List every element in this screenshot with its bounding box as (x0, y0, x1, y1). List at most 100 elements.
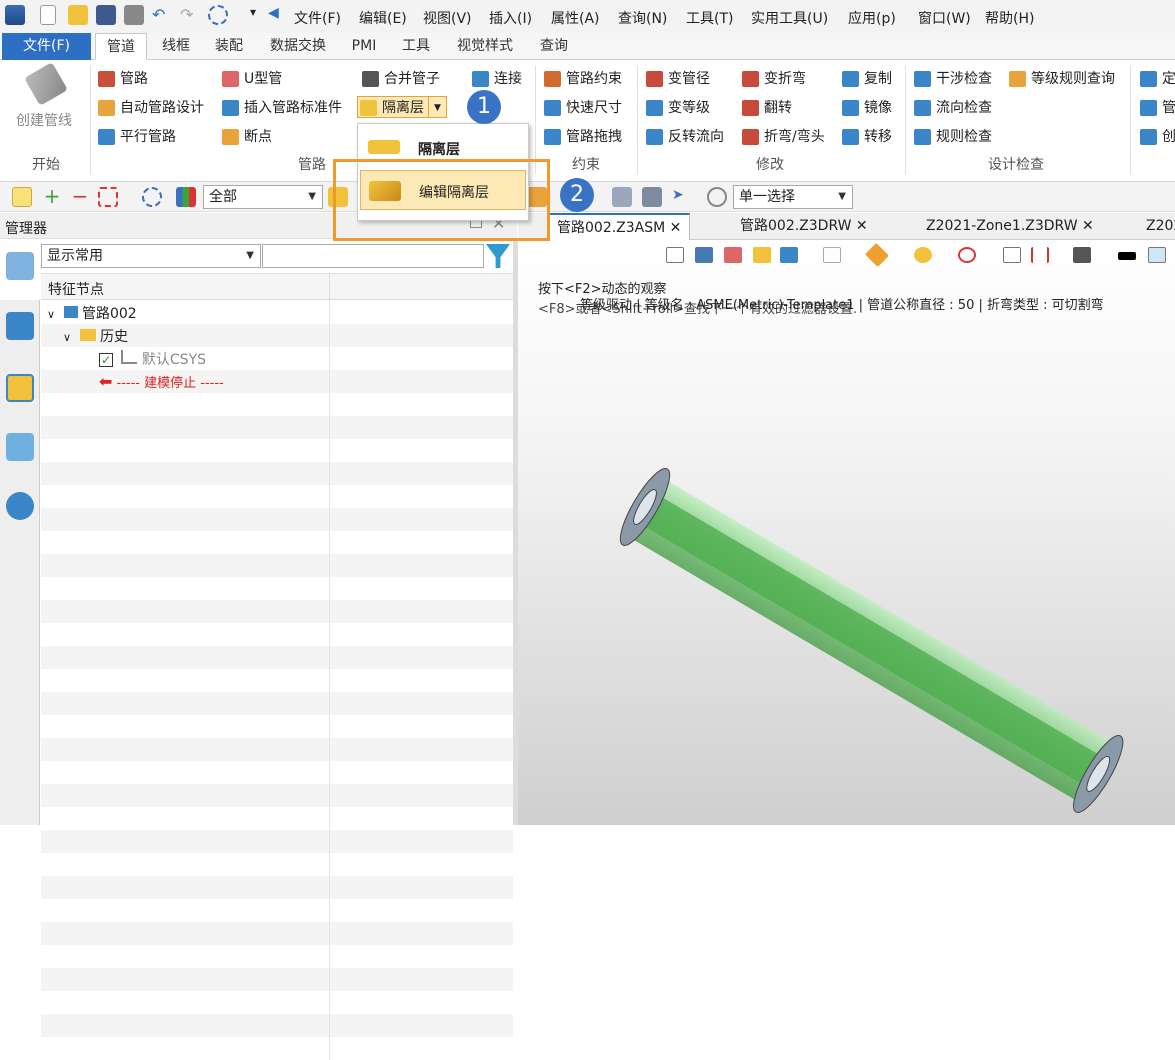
close-icon[interactable]: ✕ (670, 220, 682, 236)
file-tab[interactable]: 文件(F) (2, 33, 91, 60)
filter-chart-icon[interactable] (176, 187, 196, 207)
tab-wireframe[interactable]: 线框 (152, 33, 200, 60)
lasso-icon[interactable] (142, 187, 162, 207)
partial-button-2[interactable]: 管 (1138, 97, 1175, 119)
doc-tab-drw[interactable]: 管路002.Z3DRW ✕ (740, 213, 868, 240)
rotate-icon[interactable] (208, 5, 228, 25)
interference-check-button[interactable]: 干涉检查 (912, 68, 992, 90)
menu-window[interactable]: 窗口(W) (918, 8, 971, 28)
assembly-tree-icon[interactable] (6, 312, 34, 340)
user-icon[interactable] (6, 492, 34, 520)
change-diameter-button[interactable]: 变管径 (644, 68, 710, 90)
tree-item-stop[interactable]: ⬅ ----- 建模停止 ----- (99, 372, 224, 392)
chevron-down-icon[interactable]: ▼ (428, 97, 446, 117)
tree-row (41, 991, 513, 1014)
reverse-flow-button[interactable]: 反转流向 (644, 126, 724, 148)
3d-viewport[interactable]: 按下<F2>动态的观察 <F8>或者<Shift+roll>查找下一个有效的过滤… (518, 240, 1175, 825)
tool-icon[interactable] (642, 187, 662, 207)
tree-search-input[interactable] (262, 244, 484, 268)
menu-help[interactable]: 帮助(H) (985, 8, 1034, 28)
copy-button[interactable]: 复制 (840, 68, 892, 90)
quick-dimension-button[interactable]: 快速尺寸 (542, 97, 622, 119)
cursor-icon[interactable]: ➤ (672, 187, 692, 207)
change-bend-button[interactable]: 变折弯 (740, 68, 806, 90)
menu-utilities[interactable]: 实用工具(U) (751, 8, 828, 28)
image-import-icon[interactable] (6, 433, 34, 461)
menu-attribute[interactable]: 属性(A) (551, 8, 600, 28)
bend-elbow-button[interactable]: 折弯/弯头 (740, 126, 825, 148)
tree-item-csys[interactable]: ✓ 默认CSYS (99, 349, 206, 369)
close-icon[interactable]: ✕ (1082, 218, 1094, 234)
create-pipeline-button[interactable]: 创建管线 (12, 62, 80, 136)
undo-icon[interactable]: ↶ (152, 5, 172, 25)
collapse-arrow-icon[interactable]: ◀ (268, 5, 288, 25)
tree-row (41, 485, 513, 508)
wrench-icon (24, 62, 68, 106)
new-file-icon[interactable] (40, 5, 56, 25)
customize-qa-icon[interactable]: ▾ (250, 5, 270, 25)
doc-tab-partial[interactable]: Z202 (1146, 213, 1175, 240)
feature-tree-icon[interactable] (6, 252, 34, 280)
menu-query[interactable]: 查询(N) (618, 8, 667, 28)
filter-select[interactable]: 全部 ▼ (203, 185, 323, 209)
redo-icon[interactable]: ↷ (180, 5, 200, 25)
tab-data-exchange[interactable]: 数据交换 (262, 33, 334, 60)
menu-insert[interactable]: 插入(I) (489, 8, 532, 28)
app-logo-icon[interactable] (5, 5, 25, 25)
tab-assembly[interactable]: 装配 (205, 33, 253, 60)
breakpoint-button[interactable]: 断点 (220, 126, 272, 148)
grade-rule-query-button[interactable]: 等级规则查询 (1007, 68, 1115, 90)
tab-pipe[interactable]: 管道 (95, 33, 147, 60)
flow-check-button[interactable]: 流向检查 (912, 97, 992, 119)
tool-icon[interactable] (612, 187, 632, 207)
chevron-down-icon[interactable]: ∨ (63, 331, 71, 344)
transfer-button[interactable]: 转移 (840, 126, 892, 148)
chevron-down-icon[interactable]: ∨ (47, 308, 55, 321)
insert-standard-part-button[interactable]: 插入管路标准件 (220, 97, 342, 119)
box-select-icon[interactable] (98, 187, 118, 207)
pipe-model[interactable] (518, 240, 1175, 825)
flip-button[interactable]: 翻转 (740, 97, 792, 119)
filter-funnel-icon[interactable] (486, 244, 510, 268)
merge-pipe-button[interactable]: 合并管子 (360, 68, 440, 90)
menu-tools[interactable]: 工具(T) (686, 8, 733, 28)
tab-pmi[interactable]: PMI (344, 33, 384, 60)
auto-pipe-design-button[interactable]: 自动管路设计 (96, 97, 204, 119)
tab-visual-style[interactable]: 视觉样式 (449, 33, 521, 60)
pipe-drag-button[interactable]: 管路拖拽 (542, 126, 622, 148)
tree-item-root[interactable]: ∨ 管路002 (47, 303, 137, 323)
doc-tab-asm[interactable]: 管路002.Z3ASM ✕ (548, 213, 691, 240)
save-icon[interactable] (96, 5, 116, 25)
tree-item-history[interactable]: ∨ 历史 (63, 326, 128, 346)
tree-row (41, 899, 513, 922)
print-icon[interactable] (124, 5, 144, 25)
menu-file[interactable]: 文件(F) (294, 8, 341, 28)
clock-icon[interactable] (707, 187, 727, 207)
tab-query[interactable]: 查询 (530, 33, 578, 60)
u-pipe-button[interactable]: U型管 (220, 68, 282, 90)
partial-button-3[interactable]: 创 (1138, 126, 1175, 148)
doc-tab-zone-drw[interactable]: Z2021-Zone1.Z3DRW ✕ (926, 213, 1094, 240)
part-library-icon[interactable] (6, 374, 34, 402)
open-folder-icon[interactable] (68, 5, 88, 25)
display-filter-select[interactable]: 显示常用 ▼ (41, 244, 261, 268)
remove-icon[interactable]: − (70, 186, 90, 207)
close-icon[interactable]: ✕ (856, 218, 868, 234)
add-icon[interactable]: + (42, 186, 62, 207)
menu-apps[interactable]: 应用(p) (848, 8, 896, 28)
menu-edit[interactable]: 编辑(E) (359, 8, 407, 28)
pipe-constraint-button[interactable]: 管路约束 (542, 68, 622, 90)
partial-button-1[interactable]: 定 (1138, 68, 1175, 90)
connect-button[interactable]: 连接 (470, 68, 522, 90)
change-grade-button[interactable]: 变等级 (644, 97, 710, 119)
rule-check-button[interactable]: 规则检查 (912, 126, 992, 148)
checkbox-checked-icon[interactable]: ✓ (99, 353, 113, 367)
selection-mode-select[interactable]: 单一选择 ▼ (733, 185, 853, 209)
pick-cursor-icon[interactable] (12, 187, 32, 207)
mirror-button[interactable]: 镜像 (840, 97, 892, 119)
pipe-route-button[interactable]: 管路 (96, 68, 148, 90)
tab-tools[interactable]: 工具 (392, 33, 440, 60)
isolation-layer-button[interactable]: 隔离层 ▼ (357, 96, 447, 118)
menu-view[interactable]: 视图(V) (423, 8, 472, 28)
parallel-pipe-button[interactable]: 平行管路 (96, 126, 176, 148)
